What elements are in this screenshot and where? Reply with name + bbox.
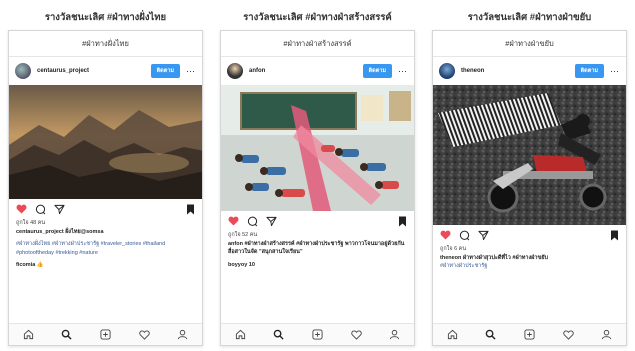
post-photo[interactable] <box>221 85 414 211</box>
section-title: รางวัลชนะเลิศ #ฝ่าทางฝั่งไทย <box>44 12 167 23</box>
bookmark-icon[interactable] <box>610 230 619 241</box>
add-icon[interactable] <box>524 329 535 340</box>
screenshot-collage: รางวัลชนะเลิศ #ฝ่าทางฝั่งไทย #ฝ่าทางฝั่ง… <box>0 0 635 351</box>
post-header-title: #ฝ่าทางฝ่าสร้างสรรค์ <box>221 31 414 57</box>
user-row: centaurus_project ติดตาม ⋯ <box>9 57 202 85</box>
username[interactable]: anfon <box>249 68 363 74</box>
search-icon[interactable] <box>273 329 284 340</box>
search-icon[interactable] <box>61 329 72 340</box>
post-column-3: รางวัลชนะเลิศ #ฝ่าทางฝ่าขยับ #ฝ่าทางฝ่าข… <box>432 0 627 351</box>
classroom-children-image <box>221 85 414 211</box>
action-bar <box>221 211 414 231</box>
add-icon[interactable] <box>100 329 111 340</box>
username[interactable]: centaurus_project <box>37 68 151 74</box>
bookmark-icon[interactable] <box>398 216 407 227</box>
post-meta: ถูกใจ 6 คน theneon ฝ่าทางฝ่าสุวปะดีที่ไว… <box>433 245 626 271</box>
more-icon[interactable]: ⋯ <box>610 66 620 77</box>
section-title: รางวัลชนะเลิศ #ฝ่าทางฝ่าสร้างสรรค์ <box>243 12 392 23</box>
activity-icon[interactable] <box>562 329 574 340</box>
bottom-tab-bar <box>221 323 414 345</box>
avatar[interactable] <box>227 63 243 79</box>
comment-icon[interactable] <box>35 204 46 215</box>
activity-icon[interactable] <box>138 329 150 340</box>
home-icon[interactable] <box>23 329 34 340</box>
caption: centaurus_project ฝั่งไทย@somsa <box>16 228 104 235</box>
username[interactable]: theneon <box>461 68 575 74</box>
action-bar <box>433 225 626 245</box>
action-bar <box>9 199 202 219</box>
avatar[interactable] <box>439 63 455 79</box>
user-row: theneon ติดตาม ⋯ <box>433 57 626 85</box>
mountain-landscape-image <box>9 85 202 199</box>
follow-button[interactable]: ติดตาม <box>150 64 180 78</box>
like-count[interactable]: ถูกใจ 52 คน <box>228 231 407 240</box>
post-photo[interactable] <box>433 85 626 225</box>
hashtags[interactable]: #ฝ่าทางฝ่าประชารัฐ <box>440 262 619 271</box>
home-icon[interactable] <box>447 329 458 340</box>
heart-icon[interactable] <box>16 204 27 214</box>
more-icon[interactable]: ⋯ <box>186 66 196 77</box>
follow-button[interactable]: ติดตาม <box>574 64 604 78</box>
boy-on-toy-motorbike-image <box>433 85 626 225</box>
avatar[interactable] <box>15 63 31 79</box>
post-column-1: รางวัลชนะเลิศ #ฝ่าทางฝั่งไทย #ฝ่าทางฝั่ง… <box>8 0 203 351</box>
instagram-post-card: #ฝ่าทางฝ่าสร้างสรรค์ anfon ติดตาม ⋯ ถูกใ… <box>220 30 415 346</box>
comment: boyyoy 10 <box>228 261 255 268</box>
caption: theneon ฝ่าทางฝ่าสุวปะดีที่ไว #ฝ่าทางฝ่า… <box>440 254 548 261</box>
post-column-2: รางวัลชนะเลิศ #ฝ่าทางฝ่าสร้างสรรค์ #ฝ่าท… <box>220 0 415 351</box>
post-meta: ถูกใจ 48 คน centaurus_project ฝั่งไทย@so… <box>9 219 202 270</box>
comment: ficomia 👍 <box>16 262 44 269</box>
comment-icon[interactable] <box>247 216 258 227</box>
like-count[interactable]: ถูกใจ 48 คน <box>16 219 195 228</box>
post-header-title: #ฝ่าทางฝั่งไทย <box>9 31 202 57</box>
heart-icon[interactable] <box>228 216 239 226</box>
hashtags[interactable]: #ฝ่าทางฝั่งไทย #ฝ่าทางฝ่าประชารัฐ #trave… <box>16 240 195 257</box>
share-icon[interactable] <box>478 230 489 241</box>
caption: anfon #ฝ่าทางฝ่าสร้างสรรค์ #ฝ่าทางฝ่าประ… <box>228 240 405 256</box>
bottom-tab-bar <box>433 323 626 345</box>
bookmark-icon[interactable] <box>186 204 195 215</box>
instagram-post-card: #ฝ่าทางฝั่งไทย centaurus_project ติดตาม … <box>8 30 203 346</box>
section-title: รางวัลชนะเลิศ #ฝ่าทางฝ่าขยับ <box>467 12 592 23</box>
share-icon[interactable] <box>266 216 277 227</box>
post-header-title: #ฝ่าทางฝ่าขยับ <box>433 31 626 57</box>
search-icon[interactable] <box>485 329 496 340</box>
share-icon[interactable] <box>54 204 65 215</box>
like-count[interactable]: ถูกใจ 6 คน <box>440 245 619 254</box>
post-photo[interactable] <box>9 85 202 199</box>
more-icon[interactable]: ⋯ <box>398 66 408 77</box>
heart-icon[interactable] <box>440 230 451 240</box>
add-icon[interactable] <box>312 329 323 340</box>
instagram-post-card: #ฝ่าทางฝ่าขยับ theneon ติดตาม ⋯ ถูกใจ 6 … <box>432 30 627 346</box>
activity-icon[interactable] <box>350 329 362 340</box>
comment-icon[interactable] <box>459 230 470 241</box>
profile-icon[interactable] <box>601 329 612 340</box>
profile-icon[interactable] <box>389 329 400 340</box>
follow-button[interactable]: ติดตาม <box>362 64 392 78</box>
post-meta: ถูกใจ 52 คน anfon #ฝ่าทางฝ่าสร้างสรรค์ #… <box>221 231 414 269</box>
bottom-tab-bar <box>9 323 202 345</box>
user-row: anfon ติดตาม ⋯ <box>221 57 414 85</box>
home-icon[interactable] <box>235 329 246 340</box>
profile-icon[interactable] <box>177 329 188 340</box>
